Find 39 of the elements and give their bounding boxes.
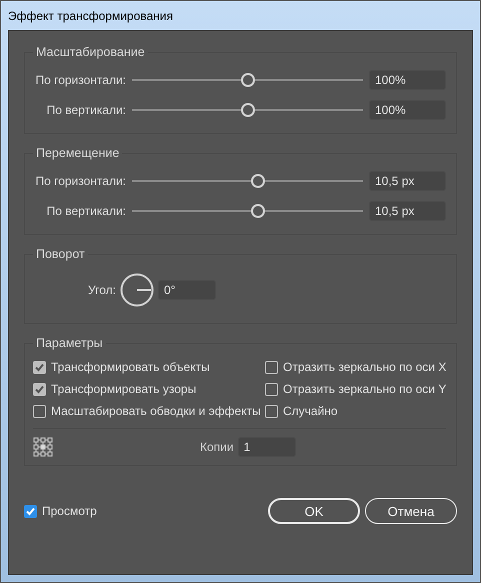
checkbox[interactable] (265, 382, 278, 396)
checkbox[interactable] (24, 504, 37, 518)
field-label: По вертикали: (46, 204, 126, 218)
checkbox-label[interactable]: Масштабировать обводки и эффекты (51, 404, 261, 418)
ok-button[interactable]: OK (268, 498, 360, 524)
slider-thumb[interactable] (250, 204, 265, 218)
checkbox-label[interactable]: Случайно (283, 404, 338, 418)
group-title: Поворот (35, 247, 86, 261)
copies-field[interactable]: 1 (238, 437, 296, 457)
slider-thumb[interactable] (240, 103, 254, 117)
slider-thumb[interactable] (240, 73, 254, 87)
checkbox[interactable] (33, 360, 46, 374)
checkbox-label[interactable]: Отразить зеркально по оси Y (283, 382, 446, 396)
window-title: Эффект трансформирования (8, 8, 173, 22)
value-field[interactable]: 100% (369, 70, 446, 90)
checkbox-label[interactable]: Просмотр (42, 504, 97, 518)
field-label: По горизонтали: (34, 73, 126, 87)
checkbox-label[interactable]: Трансформировать объекты (51, 360, 210, 374)
group-title: Масштабирование (35, 45, 146, 59)
cancel-button[interactable]: Отмена (365, 498, 457, 524)
checkbox[interactable] (265, 360, 278, 374)
angle-dial[interactable] (120, 273, 154, 307)
field-label: По горизонтали: (34, 174, 126, 188)
checkbox[interactable] (265, 404, 278, 418)
slider-thumb[interactable] (250, 174, 265, 188)
reference-point-icon[interactable] (33, 437, 53, 457)
group-title: Параметры (35, 336, 104, 350)
group-title: Перемещение (35, 146, 120, 160)
checkbox-label[interactable]: Трансформировать узоры (51, 382, 196, 396)
value-field[interactable]: 100% (369, 100, 446, 120)
copies-label: Копии (200, 440, 234, 454)
value-field[interactable]: 10,5 px (369, 171, 446, 191)
checkbox[interactable] (33, 382, 46, 396)
checkbox-label[interactable]: Отразить зеркально по оси X (283, 360, 446, 374)
value-field[interactable]: 10,5 px (369, 201, 446, 221)
field-label: Угол: (88, 283, 116, 297)
angle-field[interactable]: 0° (158, 280, 216, 300)
field-label: По вертикали: (46, 103, 126, 117)
checkbox[interactable] (33, 404, 46, 418)
